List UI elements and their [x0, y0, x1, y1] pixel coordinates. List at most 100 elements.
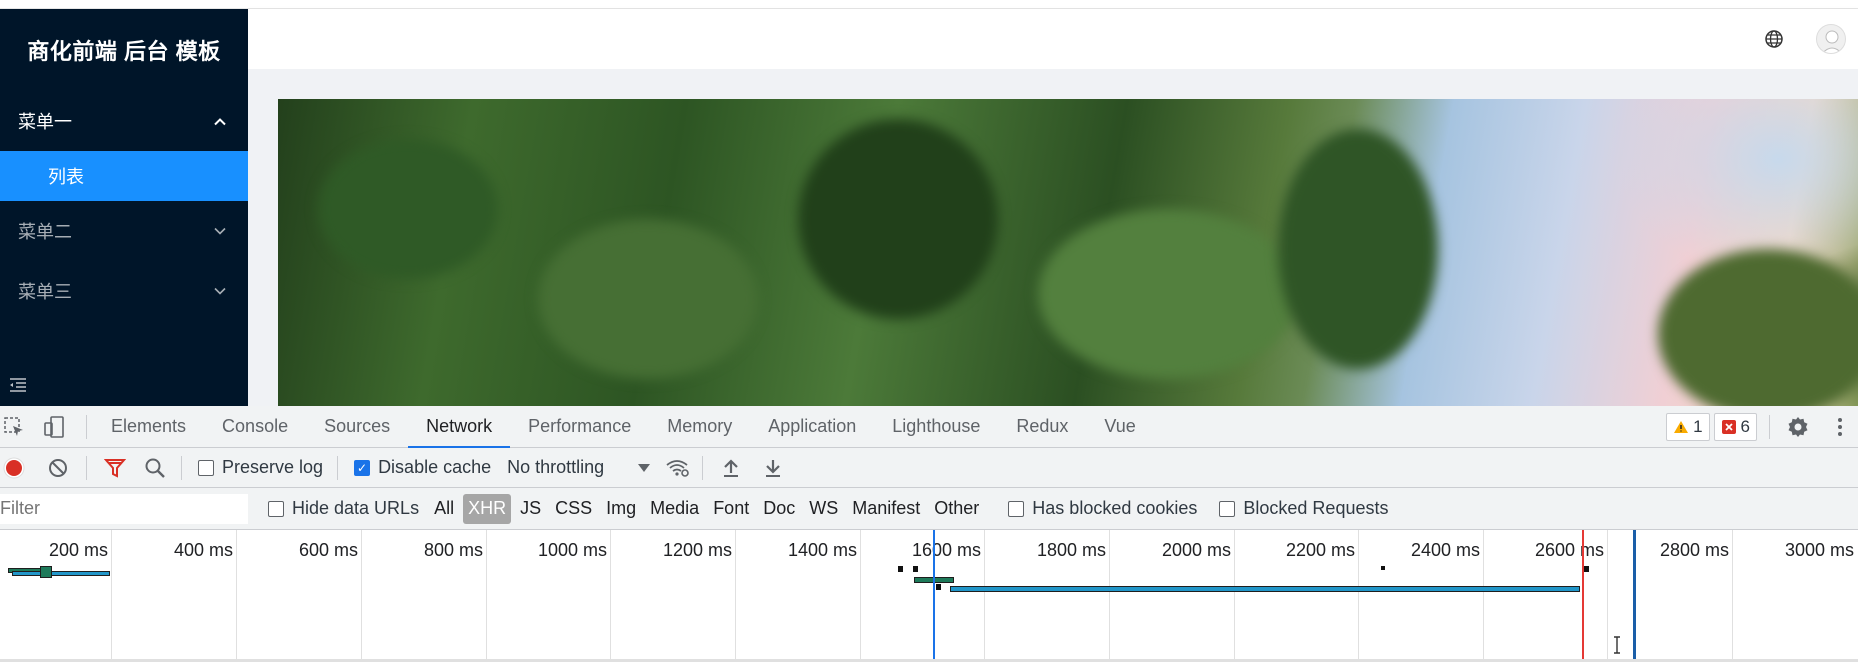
menu-fold-icon[interactable]	[8, 376, 28, 394]
record-icon[interactable]	[0, 454, 28, 482]
errors-badge[interactable]: 6	[1713, 412, 1757, 441]
top-strip	[0, 0, 1858, 9]
sidebar: 商化前端 后台 模板 菜单一 列表 菜单二 菜单三	[0, 9, 248, 406]
request-marker	[1584, 566, 1589, 572]
tab-lighthouse[interactable]: Lighthouse	[874, 406, 998, 448]
throttling-value: No throttling	[507, 457, 605, 477]
checkbox-box[interactable]	[198, 459, 214, 476]
type-filter-xhr[interactable]: XHR	[463, 493, 512, 524]
grid-line	[1483, 530, 1484, 662]
separator	[702, 455, 704, 480]
grid-line	[361, 530, 362, 662]
menu-item-3[interactable]: 菜单三	[0, 261, 248, 321]
more-vertical-icon[interactable]	[1826, 413, 1854, 441]
type-filter-other[interactable]: Other	[929, 494, 984, 524]
avatar[interactable]	[1816, 24, 1846, 54]
warnings-badge[interactable]: 1	[1666, 412, 1710, 441]
warnings-count: 1	[1693, 416, 1703, 436]
filter-input[interactable]	[0, 493, 248, 524]
has-blocked-cookies-checkbox[interactable]: Has blocked cookies	[1008, 498, 1197, 519]
request-bar[interactable]	[12, 571, 110, 576]
request-marker	[898, 566, 903, 572]
grid-line	[1607, 530, 1608, 662]
request-bar[interactable]	[950, 586, 1580, 592]
tab-application[interactable]: Application	[750, 406, 874, 448]
tick-label: 800 ms	[423, 540, 483, 560]
clear-icon[interactable]	[44, 454, 72, 482]
checkbox-box[interactable]	[1219, 500, 1236, 517]
menu-item-2[interactable]: 菜单二	[0, 201, 248, 261]
disable-cache-label: Disable cache	[378, 457, 492, 477]
warning-icon	[1673, 420, 1689, 434]
text-cursor-icon	[1612, 636, 1622, 654]
checkbox-box[interactable]	[268, 500, 284, 517]
banner-image	[278, 99, 1858, 406]
tab-elements[interactable]: Elements	[93, 406, 204, 448]
blocked-requests-checkbox[interactable]: Blocked Requests	[1219, 498, 1388, 519]
app-logo: 商化前端 后台 模板	[27, 39, 221, 64]
menu-item-1[interactable]: 菜单一	[0, 91, 248, 151]
tab-network[interactable]: Network	[408, 406, 511, 448]
tab-vue[interactable]: Vue	[1086, 406, 1153, 448]
preserve-log-checkbox[interactable]: Preserve log	[198, 457, 323, 478]
tab-memory[interactable]: Memory	[649, 406, 750, 448]
tab-console[interactable]: Console	[204, 406, 306, 448]
devtools-panel: Elements Console Sources Network Perform…	[0, 406, 1858, 662]
tick-label: 400 ms	[173, 540, 233, 560]
load-event-line	[1582, 530, 1584, 662]
request-bar[interactable]	[40, 566, 52, 578]
type-filter-font[interactable]: Font	[708, 494, 754, 524]
request-marker	[913, 566, 918, 572]
grid-line	[486, 530, 487, 662]
export-har-icon[interactable]	[759, 454, 787, 482]
grid-line	[984, 530, 985, 662]
chevron-down-icon	[214, 284, 226, 299]
type-filter-manifest[interactable]: Manifest	[847, 494, 925, 524]
checkbox-box[interactable]	[1008, 500, 1025, 517]
device-toolbar-icon[interactable]	[40, 413, 68, 441]
globe-icon[interactable]	[1764, 29, 1784, 49]
type-filter-doc[interactable]: Doc	[758, 494, 800, 524]
tab-redux[interactable]: Redux	[998, 406, 1086, 448]
throttling-select[interactable]: No throttling	[507, 457, 651, 478]
menu-item-label: 菜单二	[18, 222, 72, 242]
tick-label: 200 ms	[48, 540, 108, 560]
type-filter-media[interactable]: Media	[645, 494, 704, 524]
network-filter-bar: Hide data URLs All XHR JS CSS Img Media …	[0, 488, 1858, 530]
grid-line	[610, 530, 611, 662]
type-filter-js[interactable]: JS	[515, 494, 546, 524]
timeline-cursor-line	[1633, 530, 1636, 662]
tab-performance[interactable]: Performance	[510, 406, 649, 448]
checkbox-box-checked[interactable]: ✓	[354, 459, 371, 476]
inspect-element-icon[interactable]	[0, 413, 28, 441]
tick-label: 1000 ms	[537, 540, 607, 560]
tick-label: 2000 ms	[1161, 540, 1231, 560]
top-header	[248, 9, 1858, 69]
type-filter-img[interactable]: Img	[601, 494, 641, 524]
tab-sources[interactable]: Sources	[306, 406, 408, 448]
grid-line	[735, 530, 736, 662]
search-icon[interactable]	[141, 454, 169, 482]
menu-item-label: 菜单三	[18, 282, 72, 302]
grid-line	[1358, 530, 1359, 662]
submenu-item-list[interactable]: 列表	[0, 151, 248, 201]
filter-funnel-icon[interactable]	[101, 454, 129, 482]
tick-label: 600 ms	[298, 540, 358, 560]
grid-line	[111, 530, 112, 662]
type-filter-ws[interactable]: WS	[804, 494, 843, 524]
tick-label: 1200 ms	[662, 540, 732, 560]
app-viewport: 商化前端 后台 模板 菜单一 列表 菜单二 菜单三	[0, 0, 1858, 406]
hide-data-urls-checkbox[interactable]: Hide data URLs	[268, 498, 419, 519]
hide-data-urls-label: Hide data URLs	[292, 498, 420, 518]
import-har-icon[interactable]	[717, 454, 745, 482]
network-overview-timeline[interactable]: 200 ms 400 ms 600 ms 800 ms 1000 ms 1200…	[0, 530, 1858, 662]
disable-cache-checkbox[interactable]: ✓ Disable cache	[354, 457, 491, 478]
network-conditions-icon[interactable]	[664, 454, 692, 482]
type-filter-all[interactable]: All	[429, 494, 459, 524]
type-filter-css[interactable]: CSS	[550, 494, 597, 524]
has-blocked-cookies-label: Has blocked cookies	[1032, 498, 1198, 518]
network-toolbar: Preserve log ✓ Disable cache No throttli…	[0, 448, 1858, 488]
devtools-tab-bar: Elements Console Sources Network Perform…	[0, 406, 1858, 448]
settings-gear-icon[interactable]	[1784, 413, 1812, 441]
tick-label: 3000 ms	[1784, 540, 1854, 560]
